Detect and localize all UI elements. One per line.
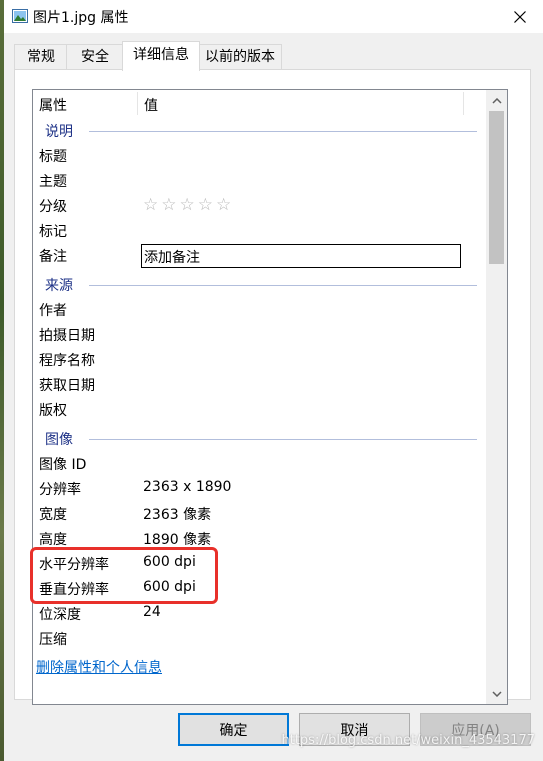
tab-general[interactable]: 常规 [14, 44, 68, 70]
group-divider [89, 131, 477, 132]
chevron-up-icon [491, 97, 502, 104]
column-header: 属性 值 [33, 90, 485, 117]
property-name: 程序名称 [39, 353, 95, 369]
property-name: 垂直分辨率 [39, 582, 109, 598]
property-row-image-id[interactable]: 图像 ID [33, 450, 485, 475]
property-value: 600 dpi [143, 579, 196, 595]
title-bar: 图片1.jpg 属性 [4, 0, 543, 33]
tab-security[interactable]: 安全 [66, 44, 124, 70]
property-row-compression[interactable]: 压缩 [33, 625, 485, 650]
property-value: 24 [143, 604, 161, 620]
group-header-description[interactable]: 说明 [33, 117, 485, 142]
apply-button[interactable]: 应用(A) [420, 713, 531, 746]
property-row-copyright[interactable]: 版权 [33, 396, 485, 421]
property-row-author[interactable]: 作者 [33, 296, 485, 321]
property-row-title[interactable]: 标题 [33, 142, 485, 167]
property-name: 位深度 [39, 607, 81, 623]
property-value: 1890 像素 [143, 532, 212, 548]
property-name: 分级 [39, 199, 67, 215]
property-row-vertical-resolution[interactable]: 垂直分辨率 600 dpi [33, 575, 485, 600]
vertical-scrollbar[interactable] [486, 90, 507, 704]
scroll-up-button[interactable] [486, 90, 507, 111]
remove-properties-link[interactable]: 删除属性和个人信息 [36, 657, 162, 677]
property-value: 600 dpi [143, 554, 196, 570]
tab-previous-versions[interactable]: 以前的版本 [198, 44, 282, 70]
scroll-thumb[interactable] [489, 111, 504, 264]
property-row-date-acquired[interactable]: 获取日期 [33, 371, 485, 396]
property-name: 版权 [39, 403, 67, 419]
group-divider [89, 439, 477, 440]
rating-stars[interactable]: ☆☆☆☆☆ [143, 195, 234, 215]
property-name: 高度 [39, 532, 67, 548]
property-row-program-name[interactable]: 程序名称 [33, 346, 485, 371]
close-button[interactable] [497, 0, 543, 33]
close-icon [514, 10, 526, 23]
property-row-date-taken[interactable]: 拍摄日期 [33, 321, 485, 346]
property-name: 宽度 [39, 507, 67, 523]
ok-button[interactable]: 确定 [178, 713, 289, 746]
property-name: 分辨率 [39, 482, 81, 498]
window-title: 图片1.jpg 属性 [33, 10, 129, 26]
property-row-tags[interactable]: 标记 [33, 217, 485, 242]
property-value: 2363 像素 [143, 507, 212, 523]
cancel-button[interactable]: 取消 [299, 713, 410, 746]
property-row-dimensions[interactable]: 分辨率 2363 x 1890 [33, 475, 485, 500]
group-title: 说明 [45, 124, 73, 140]
property-name: 拍摄日期 [39, 328, 95, 344]
property-row-horizontal-resolution[interactable]: 水平分辨率 600 dpi [33, 550, 485, 575]
tab-details[interactable]: 详细信息 [122, 41, 200, 71]
property-row-width[interactable]: 宽度 2363 像素 [33, 500, 485, 525]
group-title: 来源 [45, 278, 73, 294]
property-name: 水平分辨率 [39, 557, 109, 573]
property-row-bit-depth[interactable]: 位深度 24 [33, 600, 485, 625]
column-header-name[interactable]: 属性 [39, 95, 67, 115]
property-row-rating[interactable]: 分级 ☆☆☆☆☆ [33, 192, 485, 217]
properties-dialog: 图片1.jpg 属性 常规 安全 详细信息 以前的版本 属性 值 说明 标题 主… [4, 0, 543, 761]
group-title: 图像 [45, 432, 73, 448]
image-file-icon [12, 9, 28, 23]
property-name: 作者 [39, 303, 67, 319]
column-divider[interactable] [463, 92, 464, 115]
chevron-down-icon [491, 690, 502, 697]
property-name: 标题 [39, 149, 67, 165]
property-name: 备注 [39, 249, 67, 265]
scroll-down-button[interactable] [486, 683, 507, 704]
property-name: 图像 ID [39, 457, 87, 473]
column-header-value[interactable]: 值 [144, 95, 158, 115]
property-list[interactable]: 属性 值 说明 标题 主题 分级 ☆☆☆☆☆ 标记 备注 添加备注 来源 作者 … [32, 89, 508, 705]
property-value: 2363 x 1890 [143, 479, 232, 495]
property-row-height[interactable]: 高度 1890 像素 [33, 525, 485, 550]
property-name: 主题 [39, 174, 67, 190]
column-divider[interactable] [137, 92, 138, 115]
property-name: 标记 [39, 224, 67, 240]
property-row-comments[interactable]: 备注 添加备注 [33, 242, 485, 268]
comments-input[interactable]: 添加备注 [141, 244, 461, 268]
group-header-image[interactable]: 图像 [33, 425, 485, 450]
group-divider [89, 285, 477, 286]
details-panel: 属性 值 说明 标题 主题 分级 ☆☆☆☆☆ 标记 备注 添加备注 来源 作者 … [14, 69, 531, 705]
group-header-origin[interactable]: 来源 [33, 271, 485, 296]
property-name: 获取日期 [39, 378, 95, 394]
property-name: 压缩 [39, 632, 67, 648]
property-row-subject[interactable]: 主题 [33, 167, 485, 192]
